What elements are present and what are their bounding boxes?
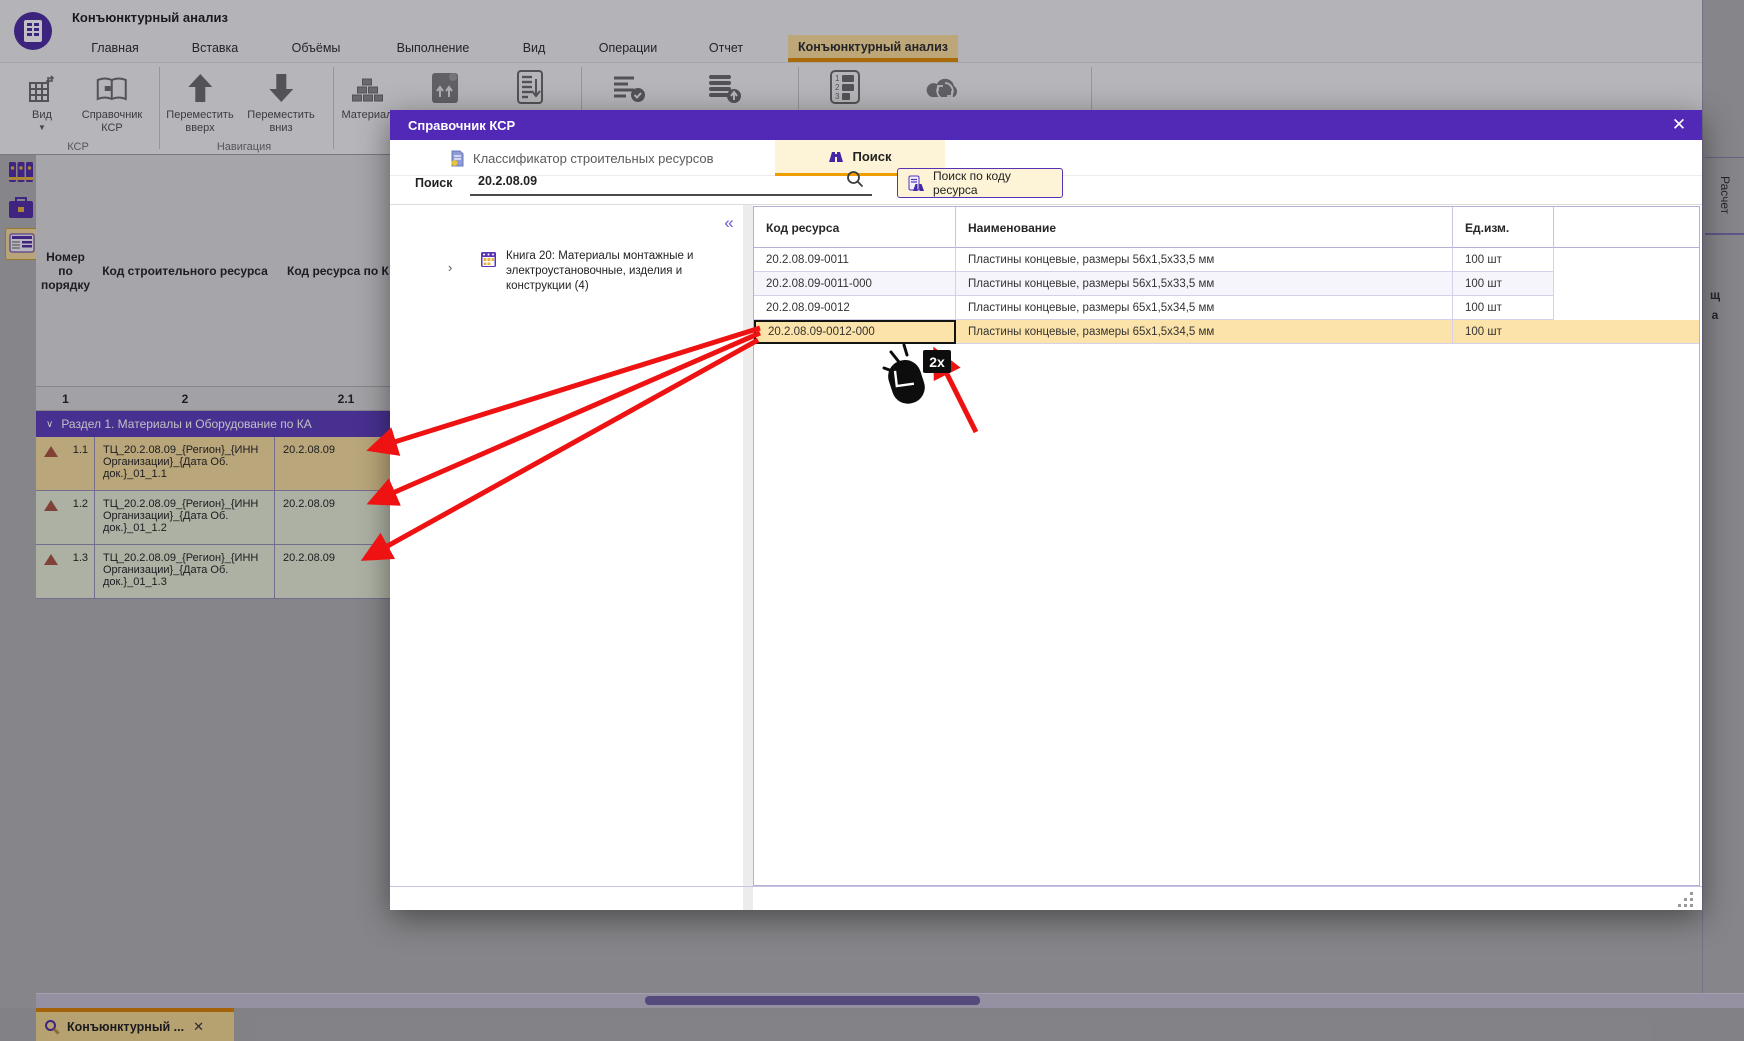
tree-node-book20[interactable]: Книга 20: Материалы монтажные и электроу… <box>506 249 718 294</box>
cell-code-focused[interactable]: 20.2.08.09-0012-000 <box>754 320 956 344</box>
collapse-tree-button[interactable]: « <box>716 212 742 234</box>
tab-classifier-label: Классификатор строительных ресурсов <box>473 151 714 166</box>
close-dialog-button[interactable]: ✕ <box>1668 115 1690 135</box>
header-name[interactable]: Наименование <box>956 207 1453 248</box>
cell-unit[interactable]: 100 шт <box>1453 296 1554 320</box>
code-search-icon <box>908 175 925 192</box>
table-row[interactable]: 20.2.08.09-0011 Пластины концевые, разме… <box>754 248 1699 272</box>
header-resource-code[interactable]: Код ресурса <box>754 207 956 248</box>
binoculars-icon <box>828 150 844 164</box>
cell-name[interactable]: Пластины концевые, размеры 56х1,5х33,5 м… <box>956 248 1453 272</box>
cell-unit[interactable]: 100 шт <box>1453 248 1554 272</box>
table-row[interactable]: 20.2.08.09-0012 Пластины концевые, разме… <box>754 296 1699 320</box>
cell-name[interactable]: Пластины концевые, размеры 56х1,5х33,5 м… <box>956 272 1453 296</box>
cell-unit[interactable]: 100 шт <box>1453 272 1554 296</box>
cell-code[interactable]: 20.2.08.09-0011 <box>754 248 956 272</box>
application-window: Конъюнктурный анализ Главная Вставка Объ… <box>0 0 1744 1041</box>
search-by-code-label: Поиск по коду ресурса <box>933 169 1052 197</box>
search-by-code-button[interactable]: Поиск по коду ресурса <box>897 168 1063 198</box>
panel-divider <box>390 204 1702 205</box>
panel-splitter[interactable] <box>743 205 753 910</box>
ksr-dialog: Справочник КСР ✕ Классификатор строитель… <box>390 110 1702 910</box>
tab-search-label: Поиск <box>852 149 891 164</box>
table-header-row: Код ресурса Наименование Ед.изм. <box>754 207 1699 248</box>
cell-code[interactable]: 20.2.08.09-0012 <box>754 296 956 320</box>
header-extra <box>1554 207 1699 248</box>
search-magnifier-icon[interactable] <box>846 170 864 188</box>
dialog-header[interactable]: Справочник КСР ✕ <box>390 110 1702 140</box>
cell-unit[interactable]: 100 шт <box>1453 320 1699 344</box>
search-label: Поиск <box>415 176 453 190</box>
cell-code[interactable]: 20.2.08.09-0011-000 <box>754 272 956 296</box>
cell-name[interactable]: Пластины концевые, размеры 65х1,5х34,5 м… <box>956 320 1453 344</box>
resize-grip[interactable] <box>1678 892 1694 908</box>
book-node-icon <box>480 251 497 268</box>
search-input[interactable] <box>470 168 872 196</box>
cell-name[interactable]: Пластины концевые, размеры 65х1,5х34,5 м… <box>956 296 1453 320</box>
table-row-selected[interactable]: 20.2.08.09-0012-000 Пластины концевые, р… <box>754 320 1699 344</box>
dialog-title: Справочник КСР <box>408 118 515 133</box>
footer-divider <box>390 886 1702 887</box>
table-row[interactable]: 20.2.08.09-0011-000 Пластины концевые, р… <box>754 272 1699 296</box>
tree-expander[interactable]: › <box>448 260 452 275</box>
header-unit[interactable]: Ед.изм. <box>1453 207 1554 248</box>
resource-table: Код ресурса Наименование Ед.изм. 20.2.08… <box>753 206 1700 886</box>
classifier-doc-icon <box>450 150 465 167</box>
